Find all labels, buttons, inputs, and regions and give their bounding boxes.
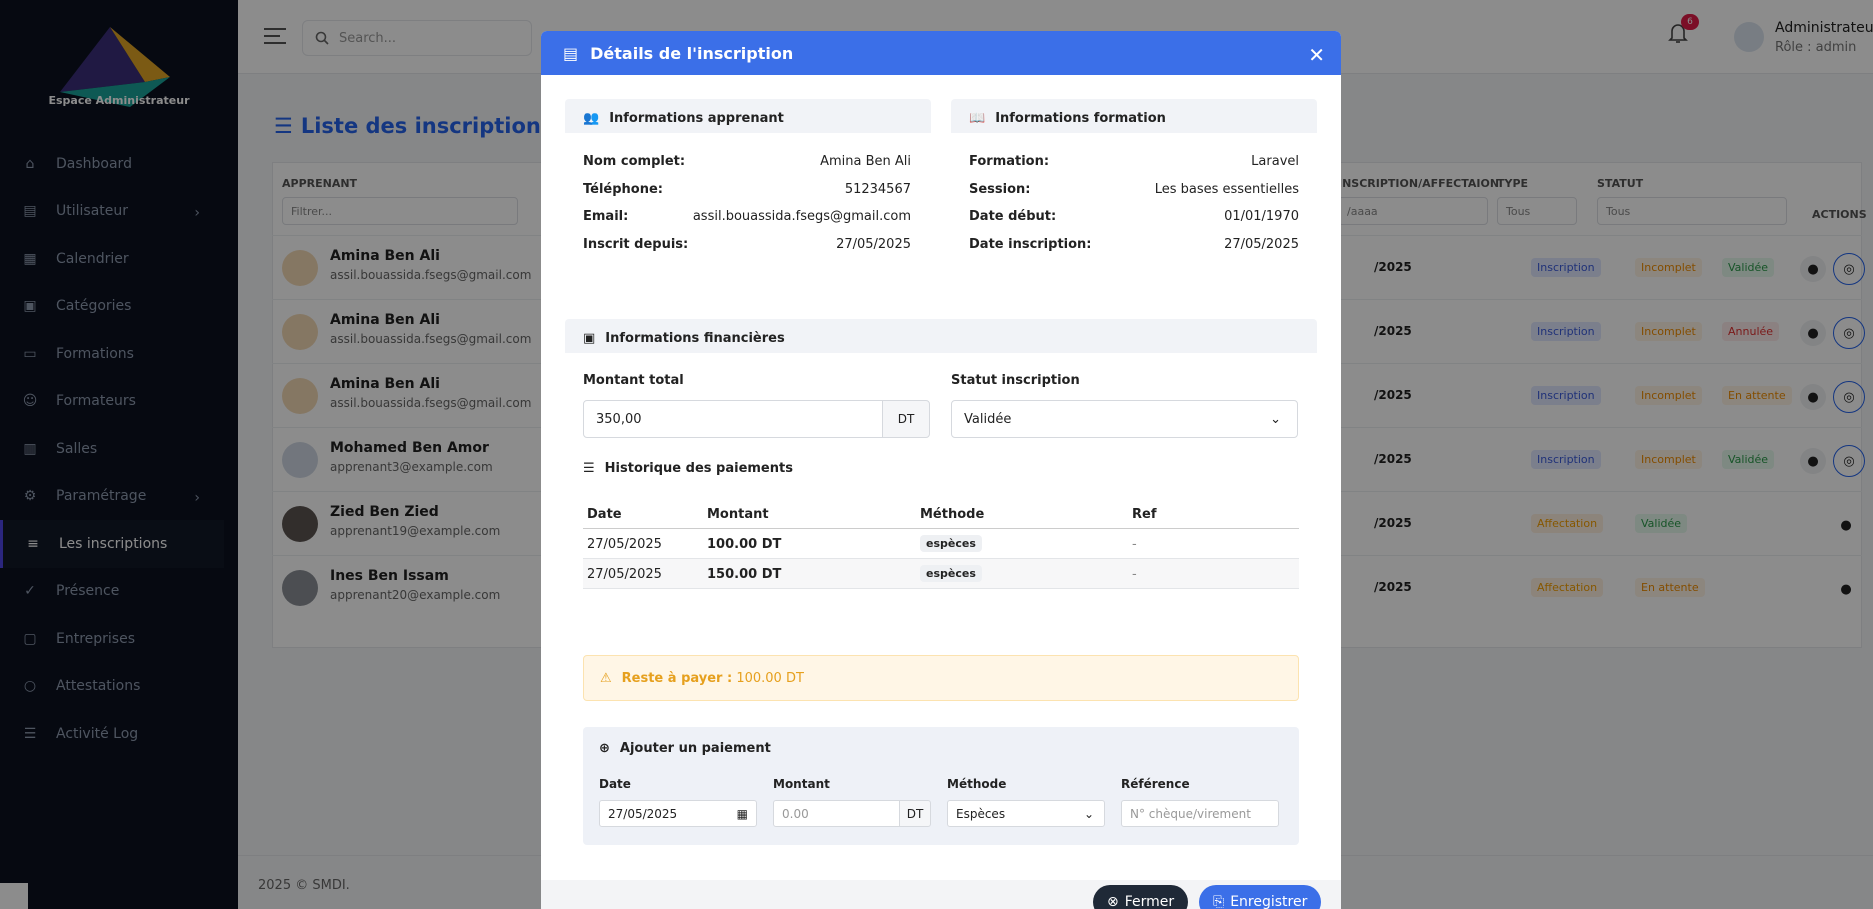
field-label: Email: — [583, 209, 629, 224]
payment-amount: 100.00 DT — [707, 537, 782, 552]
field-session: Session: Les bases essentielles — [969, 182, 1299, 202]
section-title-text: Informations apprenant — [609, 111, 784, 126]
col-date: Date — [587, 507, 622, 522]
save-button[interactable]: ⎘ Enregistrer — [1199, 885, 1322, 909]
reference-label: Référence — [1121, 777, 1190, 791]
modal-header: ▤ Détails de l'inscription — [541, 31, 1341, 75]
reste-a-payer-alert: ⚠ Reste à payer : 100.00 DT — [583, 655, 1299, 701]
close-circle-icon: ⊗ — [1107, 894, 1119, 909]
payment-ref: - — [1132, 567, 1137, 582]
currency-addon: DT — [882, 400, 930, 438]
field-value: 27/05/2025 — [836, 237, 911, 252]
reste-label: Reste à payer : — [621, 670, 733, 686]
close-button[interactable]: ⊗ Fermer — [1093, 885, 1189, 909]
save-icon: ⎘ — [1213, 894, 1225, 909]
date-label: Date — [599, 777, 631, 791]
payment-reference-placeholder: N° chèque/virement — [1130, 806, 1251, 821]
payment-date-input[interactable]: 27/05/2025 ▦ — [599, 800, 757, 827]
historique-title: ☰ Historique des paiements — [583, 461, 793, 476]
field-nom-complet: Nom complet: Amina Ben Ali — [583, 154, 911, 174]
reste-value: 100.00 DT — [736, 670, 804, 686]
field-value: Les bases essentielles — [1154, 182, 1299, 197]
payments-table: Date Montant Méthode Ref 27/05/2025 100.… — [583, 499, 1299, 589]
chevron-down-icon: ⌄ — [1270, 411, 1281, 427]
payment-date: 27/05/2025 — [587, 567, 662, 582]
field-value: 27/05/2025 — [1224, 237, 1299, 252]
payment-method-value: Espèces — [956, 806, 1006, 821]
payments-table-header: Date Montant Méthode Ref — [583, 499, 1299, 529]
field-label: Date début: — [969, 209, 1057, 224]
section-title-text: Informations formation — [995, 111, 1166, 126]
field-value: 01/01/1970 — [1224, 209, 1299, 224]
statut-inscription-select[interactable]: Validée ⌄ — [951, 400, 1298, 438]
currency-addon: DT — [899, 800, 931, 827]
section-title-text: Informations financières — [605, 331, 785, 346]
add-payment-title: ⊕ Ajouter un paiement — [599, 741, 771, 756]
add-payment-form: ⊕ Ajouter un paiement Date 27/05/2025 ▦ Mo… — [583, 727, 1299, 845]
montant-total-label: Montant total — [583, 373, 684, 388]
warning-icon: ⚠ — [600, 670, 612, 686]
field-date-debut: Date début: 01/01/1970 — [969, 209, 1299, 229]
close-button-label: Fermer — [1124, 894, 1175, 909]
montant-total-input[interactable]: 350,00 — [583, 400, 883, 438]
field-inscrit-depuis: Inscrit depuis: 27/05/2025 — [583, 237, 911, 257]
field-label: Nom complet: — [583, 154, 686, 169]
payment-ref: - — [1132, 537, 1137, 552]
field-label: Date inscription: — [969, 237, 1092, 252]
field-value: assil.bouassida.fsegs@gmail.com — [692, 209, 911, 224]
calendar-icon: ▦ — [736, 806, 748, 821]
statut-inscription-label: Statut inscription — [951, 373, 1080, 388]
payment-method-badge: espèces — [920, 565, 982, 582]
list-icon: ☰ — [583, 461, 595, 476]
book-open-icon: 📖 — [969, 111, 986, 126]
statut-inscription-value: Validée — [964, 411, 1012, 427]
money-icon: ▣ — [583, 331, 596, 346]
payment-reference-input[interactable]: N° chèque/virement — [1121, 800, 1279, 827]
col-montant: Montant — [707, 507, 769, 522]
field-email: Email: assil.bouassida.fsegs@gmail.com — [583, 209, 911, 229]
chevron-down-icon: ⌄ — [1083, 806, 1094, 821]
section-financier: ▣ Informations financières — [565, 319, 1317, 353]
field-value: Amina Ben Ali — [820, 154, 911, 169]
section-financier-title: ▣ Informations financières — [583, 331, 785, 346]
col-methode: Méthode — [920, 507, 985, 522]
field-formation: Formation: Laravel — [969, 154, 1299, 174]
montant-label: Montant — [773, 777, 830, 791]
users-icon: 👥 — [583, 111, 600, 126]
payment-amount-placeholder: 0.00 — [782, 806, 809, 821]
payment-date: 27/05/2025 — [587, 537, 662, 552]
save-button-label: Enregistrer — [1230, 894, 1308, 909]
payment-method-select[interactable]: Espèces ⌄ — [947, 800, 1105, 827]
field-value: 51234567 — [844, 182, 911, 197]
field-label: Téléphone: — [583, 182, 663, 197]
table-row: 27/05/2025 100.00 DT espèces - — [583, 529, 1299, 559]
section-apprenant-title: 👥 Informations apprenant — [583, 111, 784, 126]
col-ref: Ref — [1132, 507, 1157, 522]
table-row: 27/05/2025 150.00 DT espèces - — [583, 559, 1299, 589]
plus-circle-icon: ⊕ — [599, 741, 610, 756]
payment-method-badge: espèces — [920, 535, 982, 552]
field-value: Laravel — [1251, 154, 1299, 169]
document-icon: ▤ — [563, 43, 579, 63]
add-payment-title-text: Ajouter un paiement — [619, 741, 771, 756]
payment-amount-input[interactable]: 0.00 — [773, 800, 900, 827]
inscription-details-modal: ▤ Détails de l'inscription ✕ 👥 Informatio… — [541, 31, 1341, 909]
payment-date-value: 27/05/2025 — [608, 806, 678, 821]
field-label: Formation: — [969, 154, 1050, 169]
methode-label: Méthode — [947, 777, 1007, 791]
field-telephone: Téléphone: 51234567 — [583, 182, 911, 202]
field-date-inscription: Date inscription: 27/05/2025 — [969, 237, 1299, 257]
modal-title: Détails de l'inscription — [590, 43, 794, 63]
section-formation-title: 📖 Informations formation — [969, 111, 1166, 126]
montant-total-value: 350,00 — [596, 411, 642, 427]
historique-title-text: Historique des paiements — [604, 461, 793, 476]
section-apprenant: 👥 Informations apprenant — [565, 99, 931, 133]
field-label: Inscrit depuis: — [583, 237, 689, 252]
section-formation: 📖 Informations formation — [951, 99, 1317, 133]
close-icon[interactable]: ✕ — [1308, 43, 1325, 67]
field-label: Session: — [969, 182, 1031, 197]
payment-amount: 150.00 DT — [707, 567, 782, 582]
